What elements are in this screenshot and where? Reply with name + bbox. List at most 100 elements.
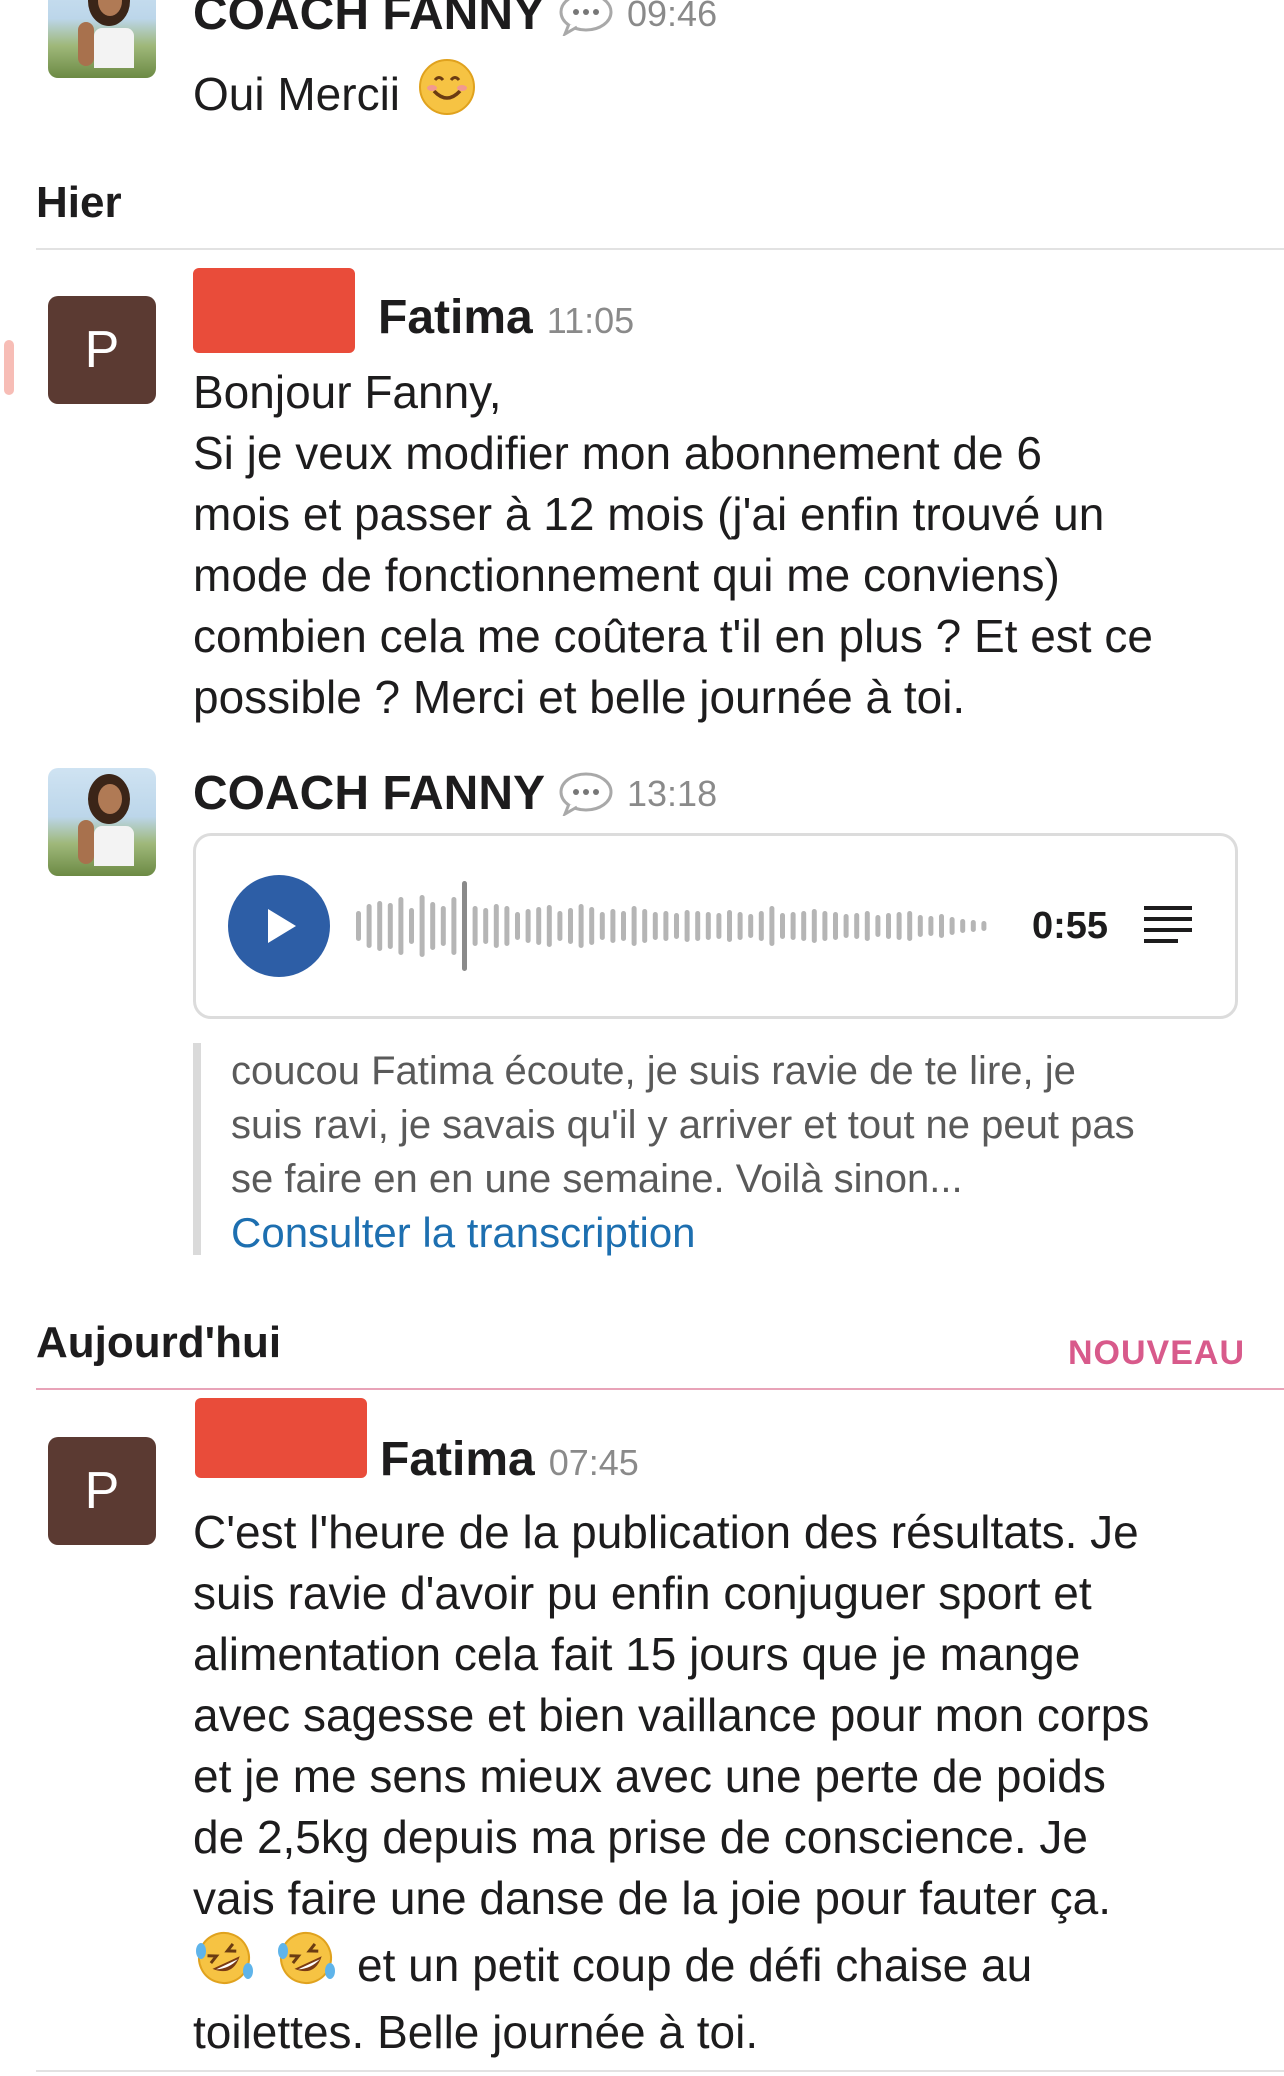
waveform-bar <box>366 904 372 948</box>
message-line: alimentation cela fait 15 jours que je m… <box>193 1628 1081 1680</box>
waveform-bar <box>960 919 966 933</box>
message-line: mois et passer à 12 mois (j'ai enfin tro… <box>193 488 1105 540</box>
waveform-bar <box>705 912 711 940</box>
waveform-bar <box>557 911 563 941</box>
author-name[interactable]: COACH FANNY <box>193 766 545 821</box>
message-line: avec sagesse et bien vaillance pour mon … <box>193 1689 1150 1741</box>
message-line: toilettes. Belle journée à toi. <box>193 2006 759 2058</box>
message-time: 11:05 <box>546 300 635 341</box>
message-line: de 2,5kg depuis ma prise de conscience. … <box>193 1811 1088 1863</box>
waveform-bar <box>737 912 743 940</box>
transcript-line: coucou Fatima écoute, je suis ravie de t… <box>231 1049 1076 1093</box>
waveform-bar <box>949 917 955 935</box>
waveform-bar <box>525 909 531 943</box>
waveform-icon[interactable] <box>352 871 1002 981</box>
message-line: et un petit coup de défi chaise au <box>193 1929 1268 2002</box>
waveform-bar <box>642 909 648 943</box>
waveform-bar <box>504 906 510 946</box>
redaction-mark <box>4 340 14 395</box>
waveform-bar <box>589 907 595 945</box>
waveform-bar <box>621 911 626 941</box>
message-line: suis ravie d'avoir pu enfin conjuguer sp… <box>193 1567 1092 1619</box>
waveform-bar <box>801 911 807 941</box>
waveform-bar <box>833 912 838 940</box>
message-text: C'est l'heure de la publication des résu… <box>193 1502 1268 2063</box>
waveform-bar <box>631 906 637 946</box>
author-name[interactable]: Fatima <box>380 1432 535 1487</box>
waveform-bar <box>854 913 860 939</box>
message-time: 13:18 <box>627 772 718 814</box>
redaction-mark <box>193 268 355 353</box>
waveform-bar <box>377 901 383 951</box>
waveform-bar <box>758 911 764 941</box>
fatima-avatar[interactable]: P <box>48 296 156 404</box>
transcript-preview: coucou Fatima écoute, je suis ravie de t… <box>193 1043 1261 1256</box>
waveform-bar <box>684 910 690 942</box>
message-line: et je me sens mieux avec une perte de po… <box>193 1750 1106 1802</box>
waveform-bar <box>610 909 616 943</box>
waveform-bar <box>493 904 499 948</box>
waveform-bar <box>398 897 404 955</box>
transcript-line: suis ravi, je savais qu'il y arriver et … <box>231 1103 1135 1147</box>
waveform-bar <box>462 881 467 971</box>
speech-bubble-icon <box>559 772 613 817</box>
audio-clip[interactable]: 0:55 <box>193 833 1238 1019</box>
message-line: C'est l'heure de la publication des résu… <box>193 1506 1139 1558</box>
waveform-bar <box>536 907 542 945</box>
message-line: possible ? Merci et belle journée à toi. <box>193 671 966 723</box>
waveform-bar <box>780 913 785 939</box>
view-transcript-link[interactable]: Consulter la transcription <box>231 1206 1261 1260</box>
message-line: Si je veux modifier mon abonnement de 6 <box>193 427 1042 479</box>
waveform-bar <box>875 915 881 937</box>
message-text: Bonjour Fanny, Si je veux modifier mon a… <box>193 362 1253 728</box>
waveform-bar <box>811 909 817 943</box>
message-line: mode de fonctionnement qui me conviens) <box>193 549 1060 601</box>
waveform-bar <box>769 906 775 946</box>
message-time: 07:45 <box>548 1442 639 1483</box>
waveform-bar <box>430 902 436 950</box>
message-line-text: et un petit coup de défi chaise au <box>357 1939 1033 1991</box>
speech-bubble-icon <box>559 0 613 37</box>
waveform-bar <box>356 911 361 941</box>
audio-duration: 0:55 <box>1032 904 1109 947</box>
coach-fanny-avatar[interactable] <box>48 0 156 78</box>
waveform-bar <box>440 906 446 946</box>
author-name[interactable]: Fatima <box>378 290 533 345</box>
message-line: vais faire une danse de la joie pour fau… <box>193 1872 1112 1924</box>
waveform-bar <box>483 908 489 944</box>
waveform-bar <box>472 906 478 946</box>
waveform-bar <box>674 913 679 939</box>
message-text: Oui Mercii <box>193 68 401 120</box>
coach-fanny-avatar[interactable] <box>48 768 156 876</box>
waveform-bar <box>568 908 573 944</box>
redaction-mark <box>195 1398 367 1478</box>
waveform-bar <box>748 914 754 938</box>
waveform-bar <box>907 911 913 941</box>
waveform-bar <box>663 911 669 941</box>
new-messages-badge: NOUVEAU <box>1068 1334 1246 1372</box>
author-name[interactable]: COACH FANNY <box>193 0 545 41</box>
waveform-bar <box>419 895 425 957</box>
play-button[interactable] <box>228 875 330 977</box>
waveform-bar <box>652 912 658 940</box>
waveform-bar <box>409 908 414 944</box>
waveform-bar <box>970 920 976 932</box>
day-divider <box>36 2070 1284 2072</box>
waveform-bar <box>790 912 796 940</box>
smiling-emoji-icon <box>418 58 476 131</box>
waveform-bar <box>939 914 944 938</box>
rofl-emoji-icon <box>193 1929 255 2002</box>
waveform-bar <box>886 913 891 939</box>
message-time: 09:46 <box>627 0 718 34</box>
waveform-bar <box>727 910 732 942</box>
waveform-bar <box>451 897 457 955</box>
fatima-avatar[interactable]: P <box>48 1437 156 1545</box>
waveform-bar <box>578 904 584 948</box>
waveform-bar <box>896 912 902 940</box>
message-line: combien cela me coûtera t'il en plus ? E… <box>193 610 1153 662</box>
message-line: Bonjour Fanny, <box>193 366 502 418</box>
waveform-bar <box>387 903 393 949</box>
transcript-lines-icon[interactable] <box>1142 902 1194 951</box>
day-divider <box>36 248 1284 250</box>
transcript-line: se faire en en une semaine. Voilà sinon.… <box>231 1157 963 1201</box>
